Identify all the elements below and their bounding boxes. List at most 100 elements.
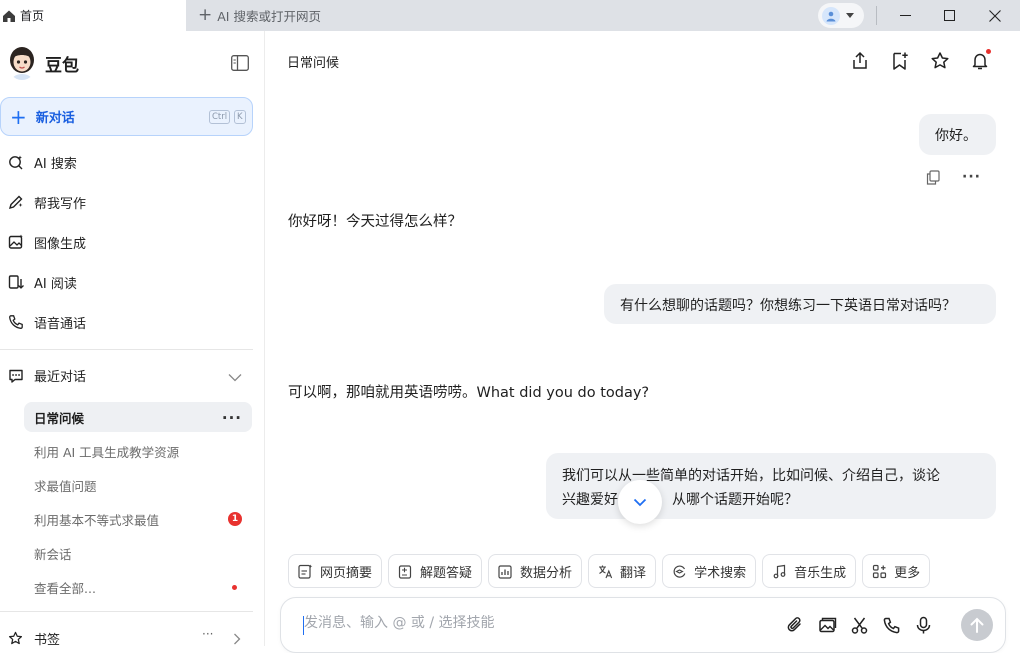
shortcut-ctrl: Ctrl <box>209 110 231 124</box>
sidebar-item-ai-search[interactable]: AI 搜索 <box>8 150 77 174</box>
bookmark-add-icon[interactable] <box>890 51 910 71</box>
sidebar-item-label: 帮我写作 <box>34 196 87 212</box>
message-more-button[interactable]: ··· <box>962 169 981 185</box>
message-text: 有什么想聊的话题吗？你想练习一下英语日常对话吗？ <box>620 298 956 314</box>
message-text-part: 从哪个话题开始呢？ <box>672 492 798 508</box>
bot-message: 可以啊，那咱就用英语唠唠。What did you do today? <box>288 381 649 402</box>
profile-button[interactable] <box>818 3 864 28</box>
conversation-item[interactable]: 利用 AI 工具生成教学资源 <box>24 436 252 466</box>
conversation-title: 利用基本不等式求最值 <box>34 512 160 528</box>
tab-home[interactable]: 首页 <box>0 0 186 31</box>
send-button[interactable] <box>961 609 993 641</box>
view-all-link[interactable]: 查看全部... <box>24 572 252 602</box>
skill-chip-label: 更多 <box>894 565 921 581</box>
view-all-label: 查看全部... <box>34 580 96 596</box>
new-tab-search[interactable]: + AI 搜索或打开网页 <box>198 0 321 31</box>
sidebar-divider <box>0 611 253 612</box>
image-gen-icon <box>8 234 23 249</box>
skill-chip-academic-search[interactable]: 学术搜索 <box>662 554 757 588</box>
sidebar-item-image-gen[interactable]: 图像生成 <box>8 230 86 254</box>
chevron-right-icon[interactable] <box>233 633 241 645</box>
scroll-to-bottom-button[interactable] <box>618 480 662 524</box>
bot-message: 你好呀！今天过得怎么样？ <box>288 210 462 231</box>
user-message: 有什么想聊的话题吗？你想练习一下英语日常对话吗？ <box>604 284 996 324</box>
skill-chip-label: 学术搜索 <box>694 565 747 581</box>
microphone-icon[interactable] <box>914 616 933 635</box>
attachment-icon[interactable] <box>786 616 805 635</box>
ai-read-icon <box>8 275 24 289</box>
star-icon[interactable] <box>930 51 950 71</box>
minimize-button[interactable] <box>882 0 928 31</box>
more-grid-icon <box>872 564 887 578</box>
solve-icon <box>398 564 412 579</box>
message-text: 可以啊，那咱就用英语唠唠。What did you do today? <box>288 385 650 401</box>
music-icon <box>773 564 786 578</box>
conversation-more-button[interactable]: ··· <box>222 409 242 427</box>
tab-home-label: 首页 <box>20 9 45 23</box>
skill-chip-label: 网页摘要 <box>320 565 373 581</box>
skill-chip-translate[interactable]: 翻译 <box>588 554 657 588</box>
sidebar-divider <box>0 349 253 350</box>
arrow-up-icon <box>970 617 984 633</box>
conversation-item-active[interactable]: 日常问候 ··· <box>24 402 252 432</box>
sidebar-item-ai-read[interactable]: AI 阅读 <box>8 270 77 294</box>
skill-chips: 网页摘要 解题答疑 数据分析 翻译 学术搜索 音乐生成 更多 <box>288 554 936 588</box>
plus-icon: + <box>198 5 213 25</box>
conversation-title: 新会话 <box>34 546 72 562</box>
message-text: 你好呀！今天过得怎么样？ <box>288 214 462 230</box>
bookmarks-item[interactable]: 书签 <box>8 629 60 648</box>
academic-search-icon <box>673 564 686 578</box>
message-actions: ··· <box>926 169 981 185</box>
shortcut-k: K <box>234 110 246 124</box>
sidebar-toggle-icon[interactable] <box>231 55 249 71</box>
bookmarks-more-button[interactable]: ··· <box>202 627 213 641</box>
skill-chip-data-analysis[interactable]: 数据分析 <box>488 554 583 588</box>
browser-tab-strip: 首页 + AI 搜索或打开网页 <box>0 0 1020 31</box>
brand-name: 豆包 <box>45 55 79 76</box>
conversation-title: 利用 AI 工具生成教学资源 <box>34 444 180 460</box>
scissors-icon[interactable] <box>850 616 869 635</box>
sidebar-item-label: AI 阅读 <box>34 276 77 292</box>
message-composer <box>280 597 1006 653</box>
doubao-logo <box>10 47 34 80</box>
share-icon[interactable] <box>850 51 870 71</box>
skill-chip-web-summary[interactable]: 网页摘要 <box>288 554 383 588</box>
skill-chip-solve[interactable]: 解题答疑 <box>388 554 483 588</box>
plus-icon: + <box>10 104 27 129</box>
write-icon <box>8 195 23 210</box>
phone-icon[interactable] <box>882 616 901 635</box>
bookmarks-label: 书签 <box>34 633 61 648</box>
user-message: 我们可以从一些简单的对话开始，比如问候、介绍自己，谈论 兴趣爱好 从哪个话题开始呢… <box>546 453 996 519</box>
sidebar-item-write[interactable]: 帮我写作 <box>8 190 86 214</box>
home-icon <box>3 10 15 22</box>
sidebar-item-voice-call[interactable]: 语音通话 <box>8 310 86 334</box>
unread-badge: 1 <box>228 512 242 526</box>
maximize-button[interactable] <box>926 0 972 31</box>
chevron-down-icon[interactable] <box>228 373 242 382</box>
close-icon <box>989 9 1001 22</box>
sidebar: 豆包 + 新对话 Ctrl K AI 搜索 帮我写作 图像生成 AI 阅读 语音… <box>0 31 265 648</box>
message-input[interactable] <box>304 615 704 631</box>
minimize-icon <box>899 15 911 16</box>
sidebar-item-label: 图像生成 <box>34 236 87 252</box>
conversation-item[interactable]: 求最值问题 <box>24 470 252 500</box>
new-tab-label: AI 搜索或打开网页 <box>217 9 321 24</box>
copy-icon[interactable] <box>926 169 940 185</box>
new-chat-button[interactable]: + 新对话 Ctrl K <box>0 97 253 136</box>
ai-search-icon <box>9 155 23 170</box>
conversation-item[interactable]: 新会话 <box>24 538 252 568</box>
notification-dot <box>232 585 237 590</box>
image-upload-icon[interactable] <box>818 616 837 635</box>
message-text-part: 兴趣爱好 <box>562 492 618 508</box>
chat-main: 日常问候 你好。 ··· 你好呀！今天过得怎么样？ 有什么想聊的话题吗？你想练习… <box>266 31 1020 653</box>
skill-chip-more[interactable]: 更多 <box>862 554 931 588</box>
recent-conversations-header[interactable]: 最近对话 <box>8 366 86 385</box>
skill-chip-music[interactable]: 音乐生成 <box>762 554 857 588</box>
conversation-item[interactable]: 利用基本不等式求最值 1 <box>24 504 252 534</box>
star-icon <box>8 631 23 645</box>
message-text: 你好。 <box>935 128 977 144</box>
skill-chip-label: 数据分析 <box>520 565 573 581</box>
bell-icon[interactable] <box>970 51 990 71</box>
translate-icon <box>599 565 613 578</box>
close-button[interactable] <box>972 0 1018 31</box>
